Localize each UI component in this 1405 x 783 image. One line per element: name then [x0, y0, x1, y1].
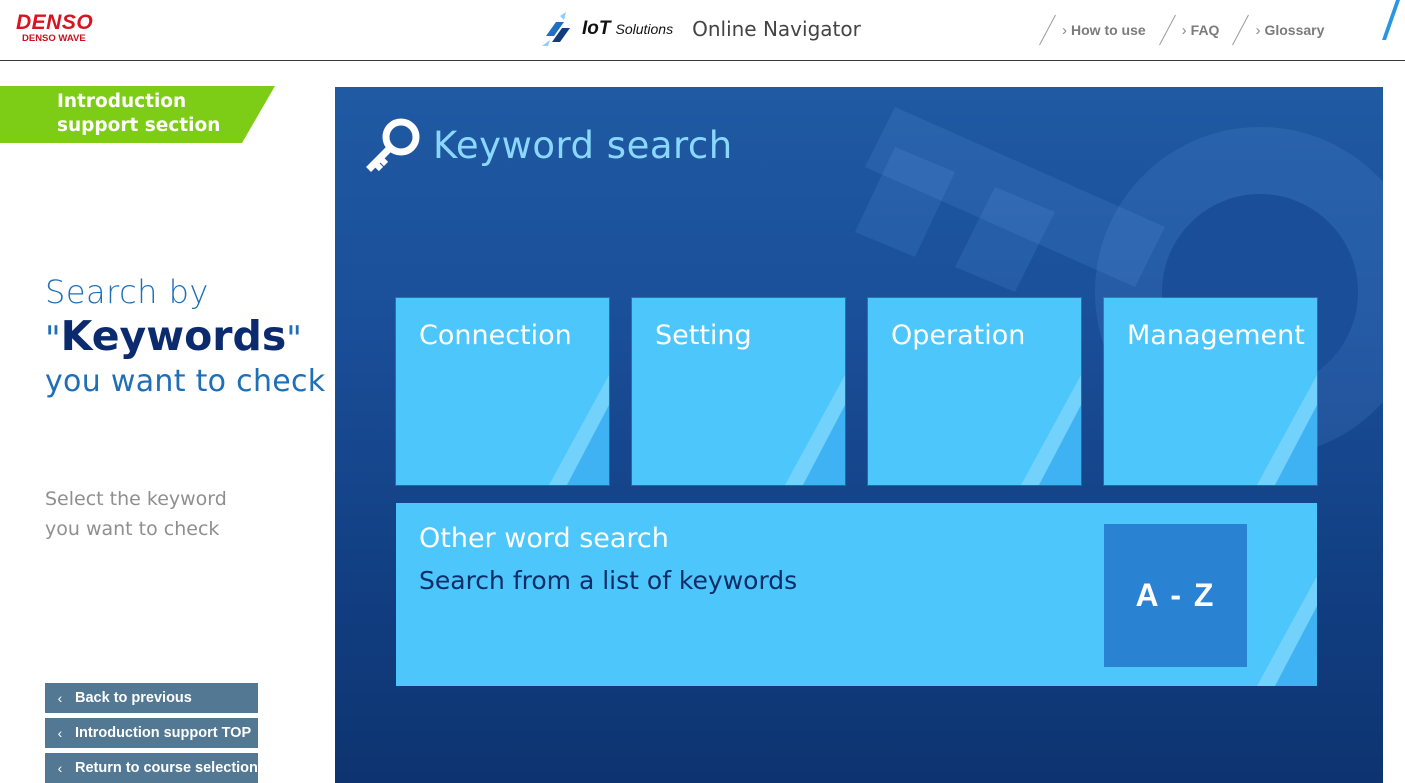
badge-line-1: Introduction: [57, 91, 187, 112]
tile-operation[interactable]: Operation: [868, 298, 1081, 485]
headline-quote-close: ": [286, 319, 302, 359]
tile-connection-label: Connection: [419, 320, 572, 351]
headline-line-2: "Keywords": [45, 312, 325, 363]
brand-iot-text: IoT: [582, 18, 611, 39]
decorative-slash-icon: [1382, 0, 1400, 40]
logo-main-text: DENSO: [16, 11, 94, 34]
brand-solutions-text: Solutions: [615, 21, 674, 37]
tile-setting-label: Setting: [655, 320, 752, 351]
tile-operation-label: Operation: [891, 320, 1026, 351]
app-title: Online Navigator: [692, 17, 861, 41]
panel-title: Keyword search: [365, 115, 733, 175]
nav-how-to-use-label: How to use: [1071, 22, 1146, 38]
tile-management-label: Management: [1127, 320, 1305, 351]
section-badge-text: Introduction support section: [57, 90, 220, 138]
tile-connection[interactable]: Connection: [396, 298, 609, 485]
return-to-course-selection-button[interactable]: ‹ Return to course selection: [45, 753, 258, 783]
back-to-previous-label: Back to previous: [75, 690, 192, 706]
page-headline: Search by "Keywords" you want to check: [45, 272, 325, 401]
other-word-search-subtitle: Search from a list of keywords: [419, 566, 798, 595]
denso-logo[interactable]: DENSO DENSO WAVE: [16, 12, 93, 44]
hint-line-2: you want to check: [45, 518, 220, 540]
chevron-right-icon: ›: [1255, 21, 1261, 39]
logo-sub-text: DENSO WAVE: [22, 33, 86, 44]
tile-stripe-decoration: [1257, 576, 1317, 686]
panel-title-text: Keyword search: [433, 123, 733, 167]
instruction-text: Select the keyword you want to check: [45, 484, 227, 544]
key-icon: [366, 118, 420, 172]
introduction-support-top-label: Introduction support TOP: [75, 725, 252, 741]
introduction-support-top-button[interactable]: ‹ Introduction support TOP: [45, 718, 258, 748]
a-z-button[interactable]: A - Z: [1104, 524, 1247, 667]
chevron-left-icon: ‹: [57, 760, 63, 776]
tile-management[interactable]: Management: [1104, 298, 1317, 485]
nav-glossary-link[interactable]: › Glossary: [1255, 22, 1324, 39]
chevron-left-icon: ‹: [57, 690, 63, 706]
nav-how-to-use-link[interactable]: › How to use: [1062, 22, 1146, 39]
headline-line-3: you want to check: [45, 364, 326, 399]
tile-stripe-decoration: [1021, 375, 1081, 485]
nav-divider: [1040, 15, 1056, 45]
hint-line-1: Select the keyword: [45, 488, 227, 510]
iot-logo-icon: [542, 12, 570, 46]
headline-quote-open: ": [45, 319, 61, 359]
tile-stripe-decoration: [785, 375, 845, 485]
chevron-right-icon: ›: [1181, 21, 1187, 39]
nav-glossary-label: Glossary: [1264, 22, 1325, 38]
nav-faq-link[interactable]: › FAQ: [1182, 22, 1220, 39]
keyword-search-panel: Keyword search Connection Setting Operat…: [335, 87, 1383, 783]
top-header: DENSO DENSO WAVE IoT Solutions Online Na…: [0, 0, 1405, 61]
other-word-search-tile[interactable]: Other word search Search from a list of …: [396, 503, 1317, 686]
other-word-search-title: Other word search: [419, 523, 669, 554]
tile-stripe-decoration: [1257, 375, 1317, 485]
return-to-course-selection-label: Return to course selection: [75, 760, 258, 776]
badge-line-2: support section: [57, 115, 221, 136]
nav-divider: [1160, 15, 1176, 45]
nav-divider: [1233, 15, 1249, 45]
nav-faq-label: FAQ: [1190, 22, 1220, 38]
brand-area: IoT Solutions Online Navigator: [540, 10, 861, 48]
tile-stripe-decoration: [549, 375, 609, 485]
chevron-right-icon: ›: [1062, 21, 1067, 39]
headline-keyword: Keywords: [60, 312, 287, 360]
chevron-left-icon: ‹: [57, 725, 63, 741]
top-navigation: › How to use › FAQ › Glossary: [1038, 12, 1336, 48]
back-to-previous-button[interactable]: ‹ Back to previous: [45, 683, 258, 713]
tile-setting[interactable]: Setting: [632, 298, 845, 485]
headline-line-1: Search by: [45, 273, 209, 311]
